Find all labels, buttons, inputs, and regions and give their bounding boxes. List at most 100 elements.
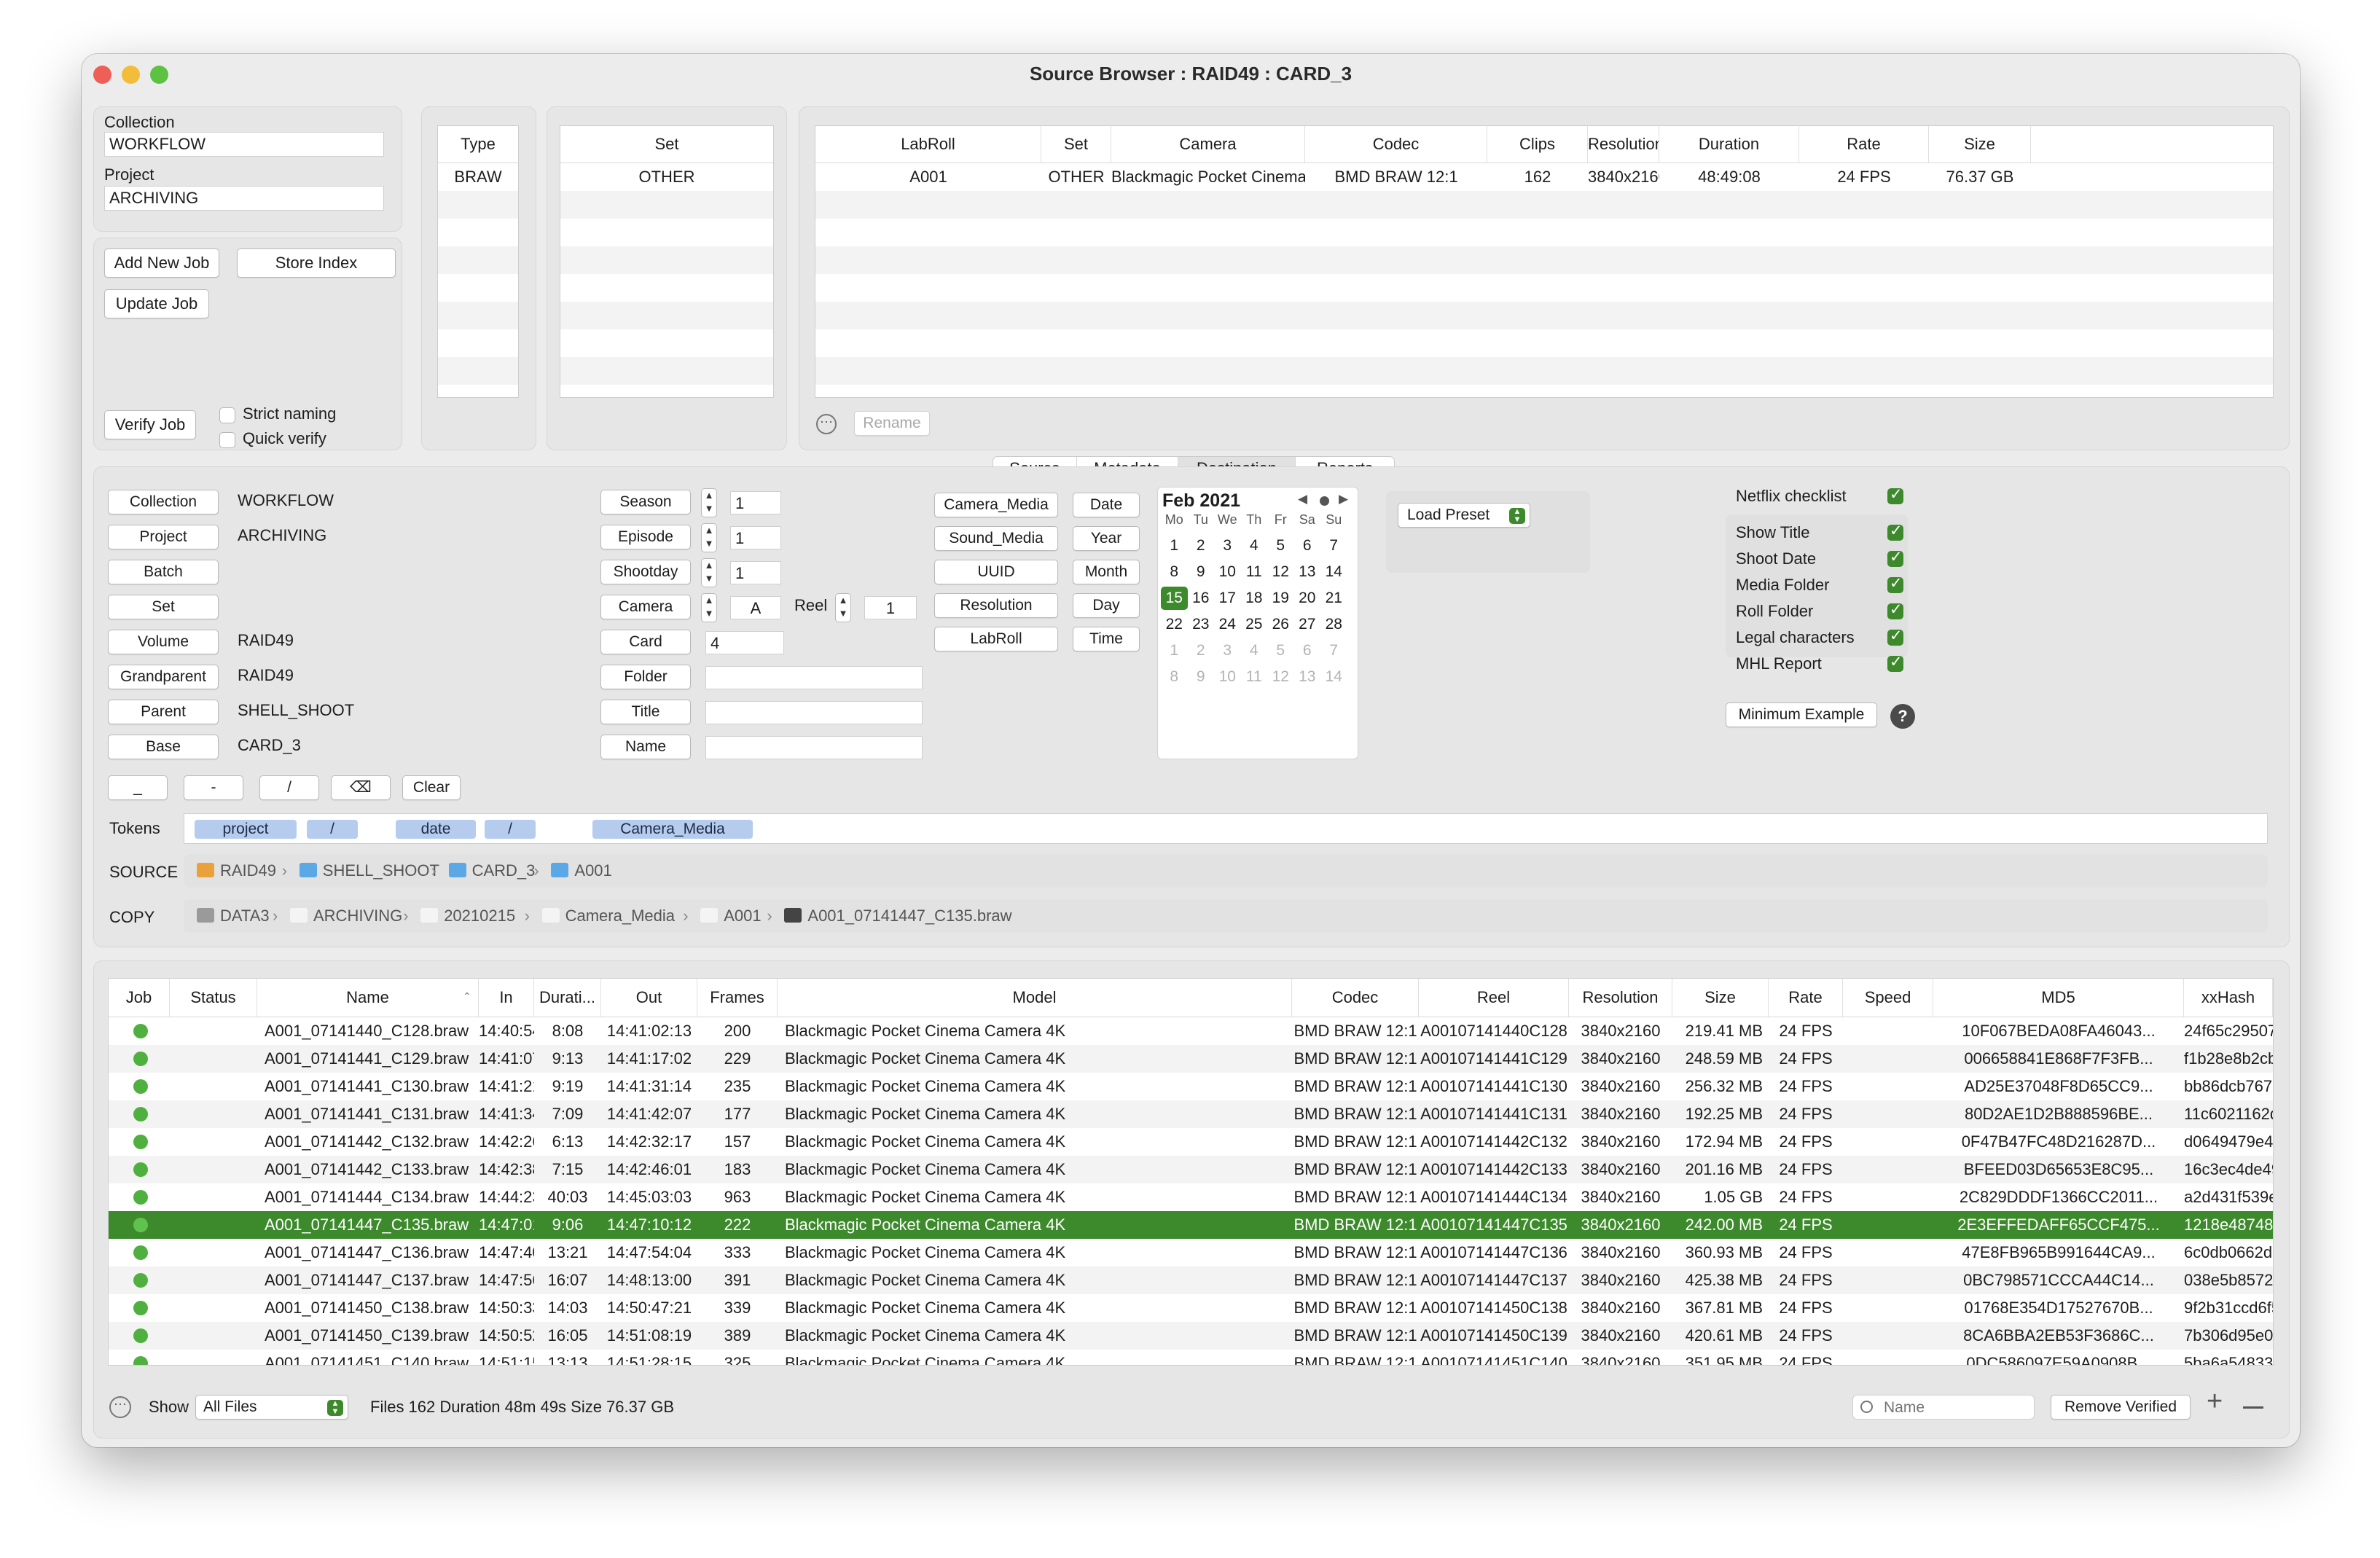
table-row[interactable]: A001_07141447_C135.braw 14:47:01:06 9:06 14…	[109, 1211, 2273, 1239]
add-new-job-button[interactable]: Add New Job	[104, 248, 219, 278]
token-year-button[interactable]: Year	[1073, 526, 1140, 551]
card-button[interactable]: Card	[600, 630, 691, 654]
copy-crumb[interactable]: DATA3	[220, 899, 270, 933]
calendar-day[interactable]: 3	[1214, 533, 1241, 559]
calendar-next-icon[interactable]: ▶	[1339, 492, 1348, 506]
type-table[interactable]: Type BRAW	[437, 125, 519, 398]
type-cell[interactable]: BRAW	[438, 163, 518, 191]
shootday-stepper[interactable]: ▲ ▼	[701, 558, 717, 587]
files-header-xxhash[interactable]: xxHash	[2184, 979, 2273, 1017]
copy-crumb[interactable]: Camera_Media	[565, 899, 675, 933]
calendar-day[interactable]: 16	[1188, 585, 1215, 611]
table-row[interactable]: A001_07141447_C137.braw 14:47:56:17 16:07 1…	[109, 1267, 2273, 1294]
season-field[interactable]: 1	[730, 491, 781, 514]
remove-verified-button[interactable]: Remove Verified	[2051, 1395, 2191, 1420]
source-crumb[interactable]: CARD_3	[472, 854, 536, 888]
copy-crumb[interactable]: A001_07141447_C135.braw	[807, 899, 1011, 933]
checklist-mhl-report-checkbox[interactable]	[1887, 653, 1903, 672]
calendar-day[interactable]: 9	[1188, 664, 1215, 690]
dest-project-button[interactable]: Project	[108, 525, 219, 549]
calendar-day[interactable]: 22	[1161, 611, 1188, 638]
calendar-today-icon[interactable]	[1320, 496, 1329, 506]
files-header-rate[interactable]: Rate	[1769, 979, 1843, 1017]
files-header-durati[interactable]: Durati...	[534, 979, 601, 1017]
folder-button[interactable]: Folder	[600, 665, 691, 689]
dest-collection-button[interactable]: Collection	[108, 490, 219, 514]
calendar-day[interactable]: 7	[1320, 638, 1347, 664]
dest-volume-button[interactable]: Volume	[108, 630, 219, 654]
token-day-button[interactable]: Day	[1073, 593, 1140, 618]
dash-button[interactable]: -	[184, 775, 243, 800]
calendar-day[interactable]: 25	[1241, 611, 1268, 638]
calendar[interactable]: Feb 2021 ◀ ▶ Mo Tu We Th Fr Sa Su 1 2 3 4 5 6 7 8 9 10 11…	[1157, 487, 1358, 759]
files-header-size[interactable]: Size	[1672, 979, 1769, 1017]
calendar-day[interactable]: 27	[1294, 611, 1321, 638]
calendar-day[interactable]: 10	[1214, 664, 1241, 690]
camera-stepper[interactable]: ▲ ▼	[701, 593, 717, 622]
labroll-cell-duration[interactable]: 48:49:08	[1659, 163, 1799, 191]
set-header[interactable]: Set	[560, 126, 773, 163]
card-field[interactable]: 4	[705, 631, 784, 654]
calendar-day[interactable]: 2	[1188, 638, 1215, 664]
dest-batch-button[interactable]: Batch	[108, 560, 219, 584]
labroll-header-labroll[interactable]: LabRoll	[815, 126, 1041, 163]
dest-grandparent-button[interactable]: Grandparent	[108, 665, 219, 689]
calendar-day[interactable]: 8	[1161, 664, 1188, 690]
update-job-button[interactable]: Update Job	[104, 289, 209, 318]
calendar-day[interactable]: 12	[1267, 559, 1294, 585]
table-row[interactable]: A001_07141441_C130.braw 14:41:21:19 9:19 14…	[109, 1073, 2273, 1100]
labroll-cell-resolution[interactable]: 3840x2160	[1588, 163, 1659, 191]
netflix-checklist-checkbox[interactable]	[1887, 485, 1903, 504]
checklist-legal-characters-checkbox[interactable]	[1887, 627, 1903, 646]
token-month-button[interactable]: Month	[1073, 560, 1140, 584]
token-uuid-button[interactable]: UUID	[934, 560, 1058, 584]
checklist-shoot-date-checkbox[interactable]	[1887, 548, 1903, 567]
set-table[interactable]: Set OTHER	[560, 125, 774, 398]
labroll-cell-clips[interactable]: 162	[1487, 163, 1588, 191]
labroll-cell-camera[interactable]: Blackmagic Pocket Cinema Camera 4K	[1111, 163, 1305, 191]
files-header-md5[interactable]: MD5	[1933, 979, 2184, 1017]
camera-button[interactable]: Camera	[600, 595, 691, 619]
strict-naming-checkbox[interactable]	[219, 407, 235, 423]
episode-button[interactable]: Episode	[600, 525, 691, 549]
calendar-selected-day[interactable]: 15	[1161, 587, 1188, 610]
files-header-speed[interactable]: Speed	[1843, 979, 1933, 1017]
calendar-day[interactable]: 7	[1320, 533, 1347, 559]
files-header-codec[interactable]: Codec	[1292, 979, 1419, 1017]
collection-field[interactable]: WORKFLOW	[104, 132, 384, 157]
source-crumb[interactable]: A001	[574, 854, 611, 888]
calendar-day[interactable]: 6	[1294, 533, 1321, 559]
labroll-header-resolution[interactable]: Resolution	[1588, 126, 1659, 163]
checklist-roll-folder-checkbox[interactable]	[1887, 600, 1903, 619]
show-filter-popup[interactable]: All Files ▲ ▼	[195, 1395, 348, 1420]
files-header-frames[interactable]: Frames	[697, 979, 778, 1017]
more-options-icon[interactable]: ···	[816, 414, 837, 434]
rename-button[interactable]: Rename	[854, 411, 930, 436]
source-crumb[interactable]: RAID49	[220, 854, 276, 888]
calendar-day[interactable]: 24	[1214, 611, 1241, 638]
dest-base-button[interactable]: Base	[108, 735, 219, 759]
table-row[interactable]: A001_07141447_C136.braw 14:47:40:07 13:21 1…	[109, 1239, 2273, 1267]
table-row[interactable]: A001_07141450_C138.braw 14:50:33:18 14:03 1…	[109, 1294, 2273, 1322]
token-time-button[interactable]: Time	[1073, 627, 1140, 651]
calendar-day[interactable]: 5	[1267, 533, 1294, 559]
options-icon[interactable]: ···	[109, 1396, 131, 1418]
labroll-cell-size[interactable]: 76.37 GB	[1929, 163, 2031, 191]
delete-token-button[interactable]: ⌫	[331, 775, 391, 800]
season-stepper[interactable]: ▲ ▼	[701, 488, 717, 517]
name-button[interactable]: Name	[600, 735, 691, 759]
name-field[interactable]	[705, 736, 923, 759]
calendar-day[interactable]: 5	[1267, 638, 1294, 664]
verify-job-button[interactable]: Verify Job	[104, 410, 196, 439]
calendar-day[interactable]: 13	[1294, 664, 1321, 690]
tokens-field[interactable]: project / date / Camera_Media	[184, 813, 2268, 844]
labroll-cell-rate[interactable]: 24 FPS	[1799, 163, 1929, 191]
table-row[interactable]: A001_07141440_C128.braw 14:40:54:05 8:08 14…	[109, 1017, 2273, 1045]
table-row[interactable]: A001_07141441_C129.braw 14:41:07:13 9:13 14…	[109, 1045, 2273, 1073]
source-path-bar[interactable]: RAID49 › SHELL_SHOOT › CARD_3 › A001	[184, 854, 2268, 888]
checklist-media-folder-checkbox[interactable]	[1887, 574, 1903, 593]
labroll-header-set[interactable]: Set	[1041, 126, 1111, 163]
labroll-header-size[interactable]: Size	[1929, 126, 2031, 163]
labroll-header-duration[interactable]: Duration	[1659, 126, 1799, 163]
camera-field[interactable]: A	[730, 596, 781, 619]
